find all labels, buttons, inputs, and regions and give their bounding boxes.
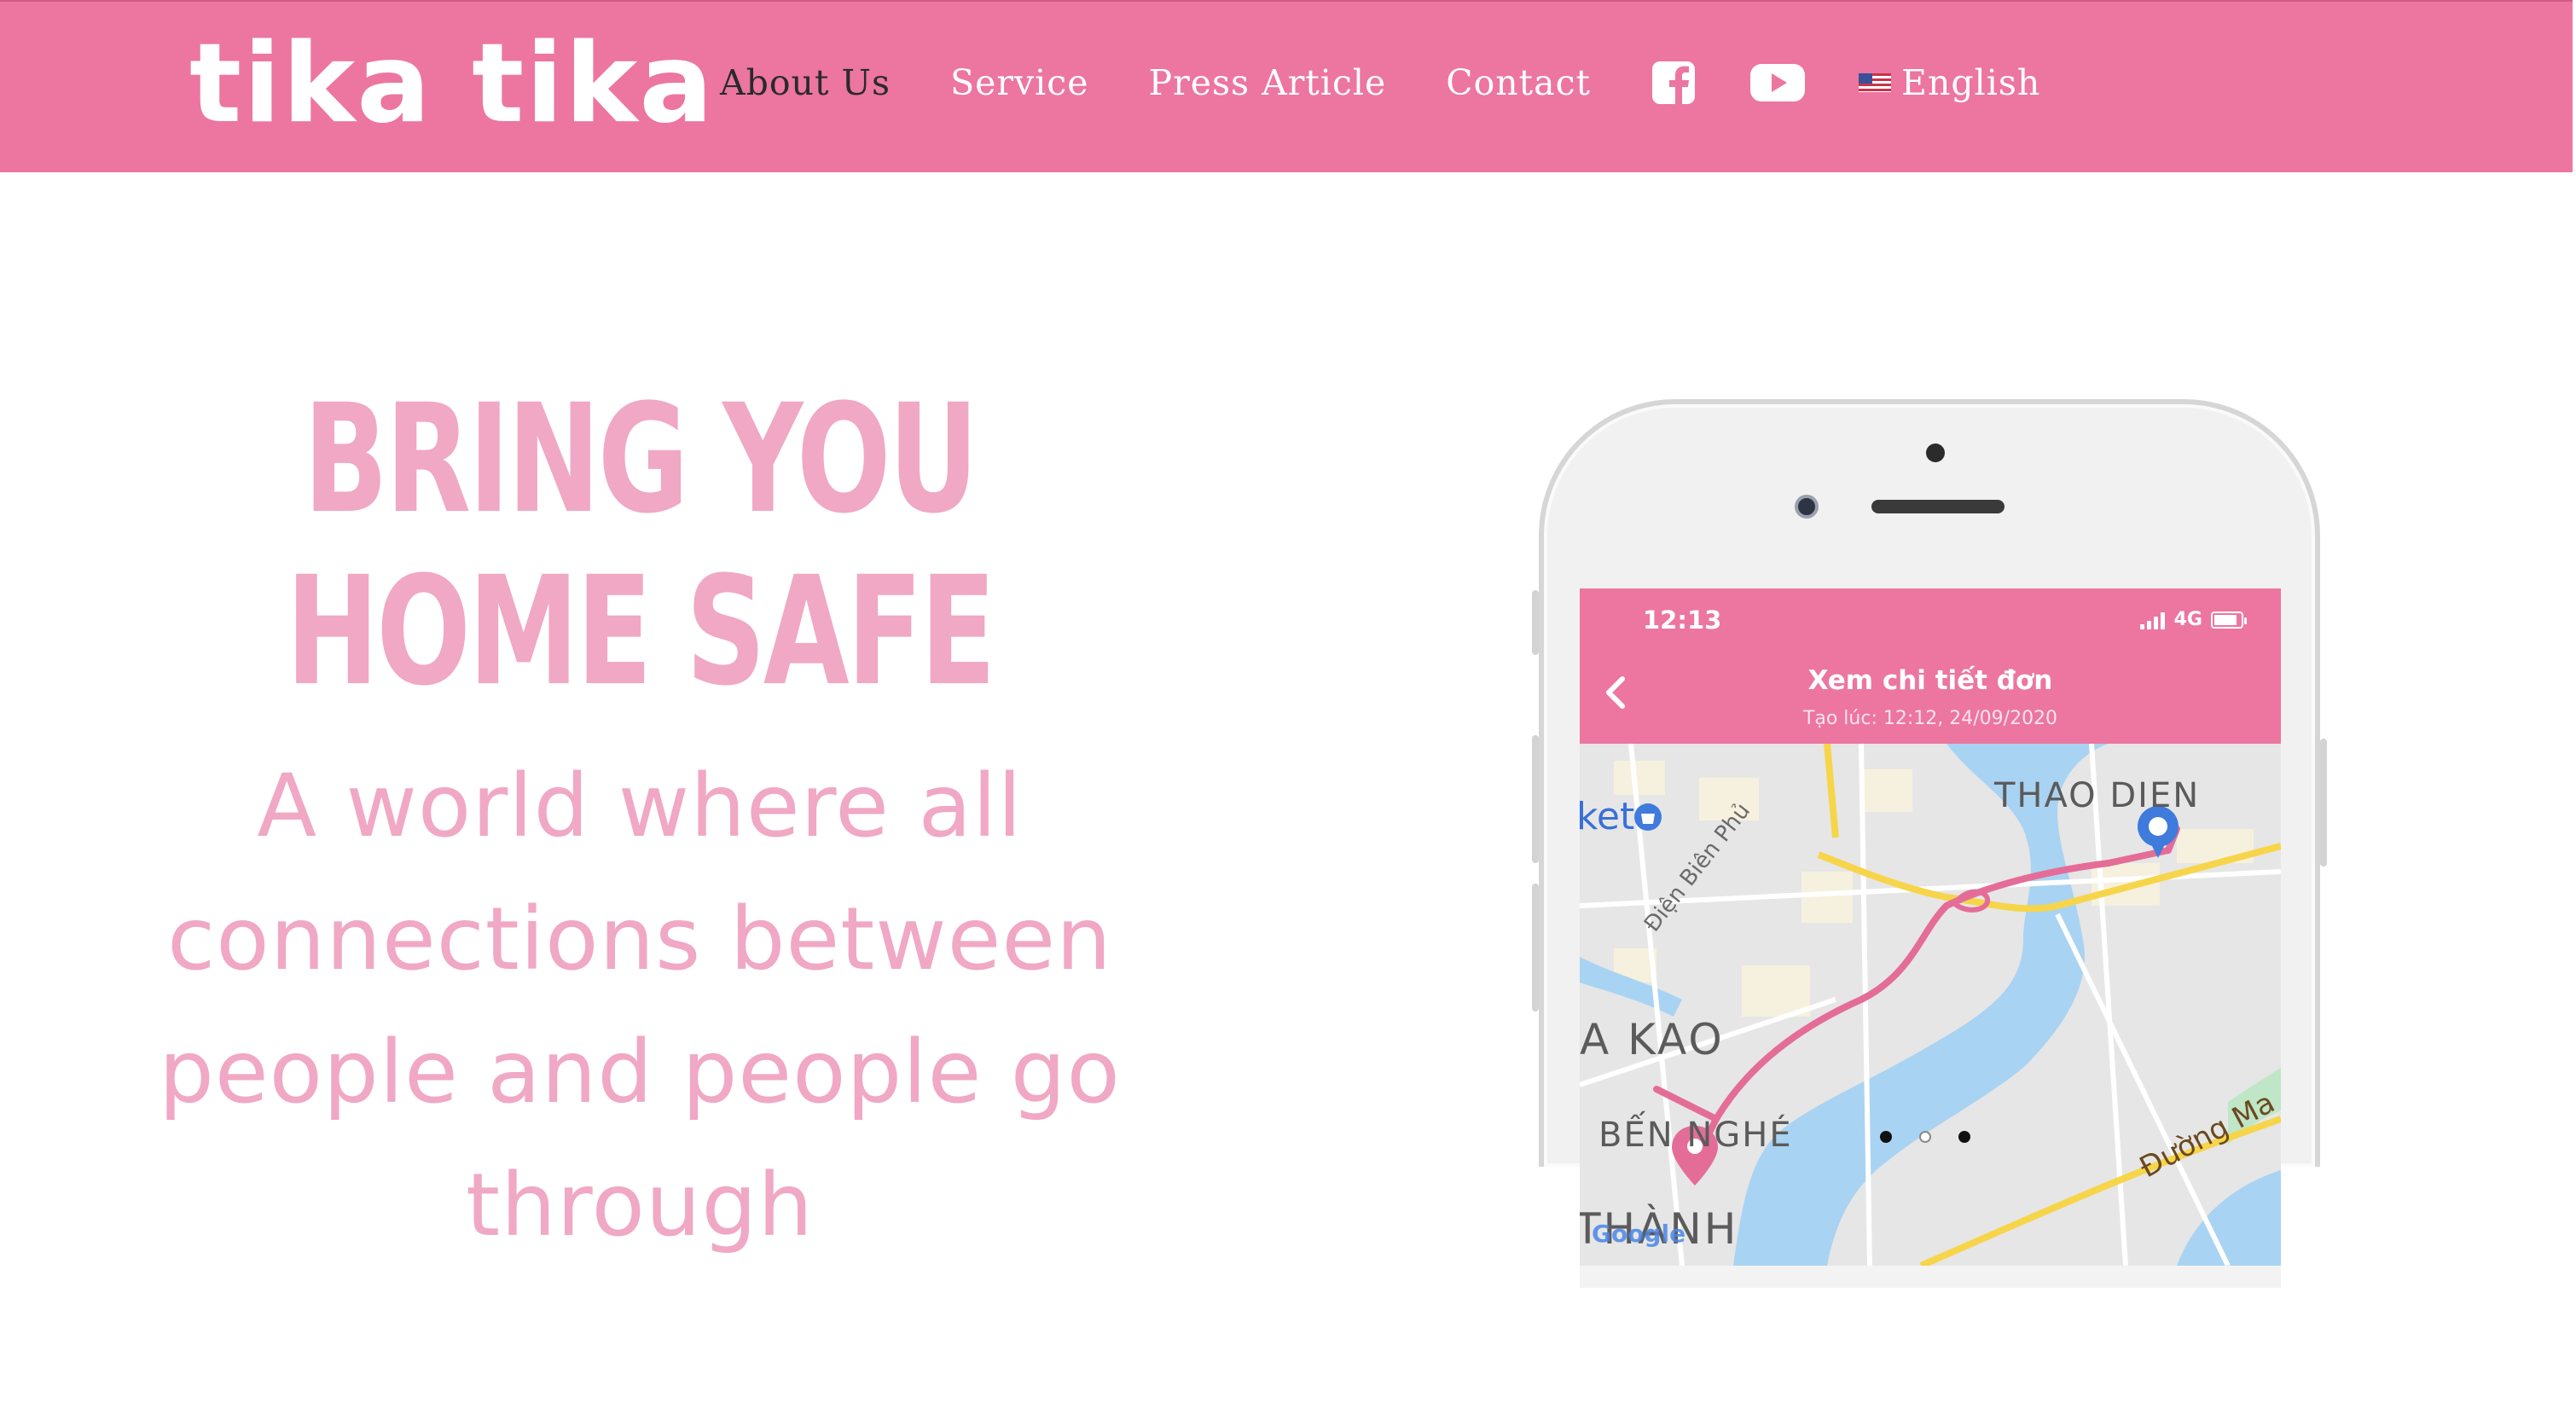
carousel-dot-2[interactable] — [1919, 1131, 1931, 1143]
power-button — [2320, 739, 2327, 867]
volume-up-button — [1532, 735, 1539, 863]
google-attribution: Google — [1592, 1220, 1686, 1248]
battery-icon — [2211, 611, 2247, 629]
language-selector[interactable]: English — [1859, 62, 2040, 103]
nav-press-article[interactable]: Press Article — [1149, 62, 1387, 103]
signal-icon — [2139, 611, 2167, 629]
volume-down-button — [1532, 884, 1539, 1012]
nav-contact[interactable]: Contact — [1446, 62, 1591, 103]
tika-tika-logo[interactable]: tika tika — [189, 20, 715, 148]
carousel-pagination — [1880, 1131, 1998, 1143]
hero-subheadline: A world where all connections between pe… — [159, 756, 1121, 1256]
map-label-ket: ket — [1580, 795, 1635, 838]
facebook-icon[interactable] — [1651, 60, 1697, 106]
nav-service[interactable]: Service — [950, 62, 1088, 103]
main-nav: About Us Service Press Article Contact E… — [720, 44, 2040, 121]
mute-switch — [1532, 590, 1539, 655]
youtube-icon[interactable] — [1749, 60, 1806, 106]
hero-headline: BRING YOU HOME SAFE — [286, 372, 995, 719]
site-header: tika tika About Us Service Press Article… — [0, 0, 2573, 172]
map-label-ben-nghe: BẾN NGHÉ — [1598, 1116, 1793, 1155]
language-label: English — [1901, 62, 2041, 103]
carousel-dot-3[interactable] — [1958, 1131, 1970, 1143]
map-label-thao-dien: THAO DIEN — [1994, 776, 2201, 815]
network-type: 4G — [2173, 609, 2202, 630]
route-map[interactable] — [1580, 744, 2281, 1266]
status-indicators: 4G — [2139, 609, 2247, 630]
order-detail-title: Xem chi tiết đơn — [1807, 665, 2053, 696]
earpiece-speaker — [1871, 500, 2005, 513]
order-created-time: Tạo lúc: 12:12, 24/09/2020 — [1802, 708, 2058, 729]
map-label-da-kao: A KAO — [1580, 1015, 1725, 1064]
phone-screen: 12:13 4G Xem chi tiết đơn Tạo lúc: 12:12… — [1580, 588, 2281, 1288]
screen-bottom-strip — [1580, 1266, 2281, 1288]
us-flag-icon — [1859, 73, 1892, 92]
app-header: 12:13 4G Xem chi tiết đơn Tạo lúc: 12:12… — [1580, 588, 2281, 744]
carousel-dot-1[interactable] — [1880, 1131, 1892, 1143]
nav-about-us[interactable]: About Us — [720, 62, 891, 103]
proximity-sensor — [1926, 443, 1945, 462]
front-camera — [1795, 495, 1819, 519]
status-time: 12:13 — [1643, 606, 1722, 635]
